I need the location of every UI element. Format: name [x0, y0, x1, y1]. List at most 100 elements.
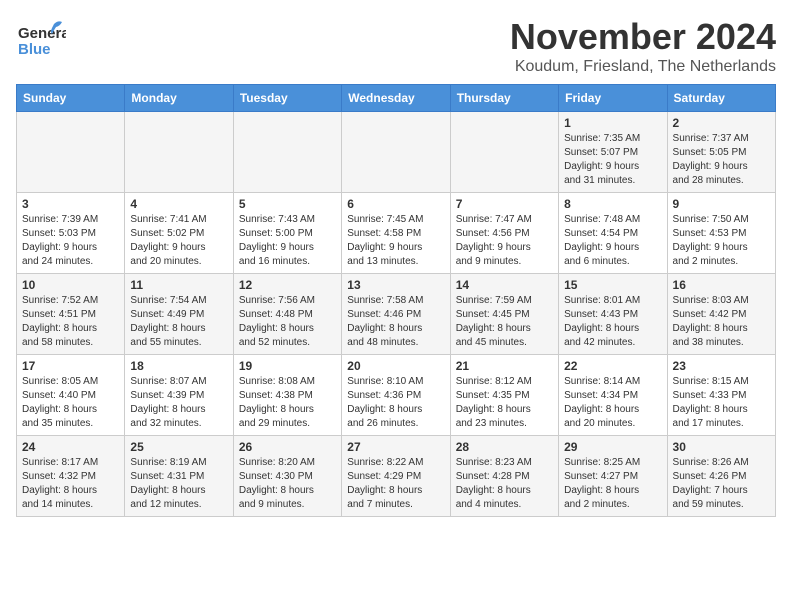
day-cell: 8 Sunrise: 7:48 AM Sunset: 4:54 PM Daylig…	[559, 193, 667, 274]
day-number: 23	[673, 359, 770, 373]
day-info: Sunrise: 8:07 AM Sunset: 4:39 PM Dayligh…	[130, 375, 227, 431]
day-info: Sunrise: 8:25 AM Sunset: 4:27 PM Dayligh…	[564, 456, 661, 512]
day-number: 5	[239, 197, 336, 211]
day-info: Sunrise: 8:03 AM Sunset: 4:42 PM Dayligh…	[673, 294, 770, 350]
day-number: 4	[130, 197, 227, 211]
day-info: Sunrise: 7:52 AM Sunset: 4:51 PM Dayligh…	[22, 294, 119, 350]
day-number: 29	[564, 440, 661, 454]
day-number: 17	[22, 359, 119, 373]
day-cell: 3 Sunrise: 7:39 AM Sunset: 5:03 PM Daylig…	[17, 193, 125, 274]
calendar-table: SundayMondayTuesdayWednesdayThursdayFrid…	[16, 84, 776, 517]
day-cell: 5 Sunrise: 7:43 AM Sunset: 5:00 PM Daylig…	[233, 193, 341, 274]
week-row-2: 3 Sunrise: 7:39 AM Sunset: 5:03 PM Daylig…	[17, 193, 776, 274]
day-cell: 24 Sunrise: 8:17 AM Sunset: 4:32 PM Dayli…	[17, 436, 125, 517]
day-number: 21	[456, 359, 553, 373]
week-row-1: 1Sunrise: 7:35 AM Sunset: 5:07 PM Daylig…	[17, 112, 776, 193]
day-info: Sunrise: 7:48 AM Sunset: 4:54 PM Dayligh…	[564, 213, 661, 269]
day-cell: 27Sunrise: 8:22 AM Sunset: 4:29 PM Dayli…	[342, 436, 450, 517]
day-info: Sunrise: 7:43 AM Sunset: 5:00 PM Dayligh…	[239, 213, 336, 269]
day-cell: 15 Sunrise: 8:01 AM Sunset: 4:43 PM Dayli…	[559, 274, 667, 355]
day-number: 28	[456, 440, 553, 454]
day-number: 10	[22, 278, 119, 292]
day-number: 7	[456, 197, 553, 211]
day-number: 11	[130, 278, 227, 292]
day-cell: 21 Sunrise: 8:12 AM Sunset: 4:35 PM Dayli…	[450, 355, 558, 436]
day-cell: 23 Sunrise: 8:15 AM Sunset: 4:33 PM Dayli…	[667, 355, 775, 436]
day-cell	[450, 112, 558, 193]
day-cell: 22 Sunrise: 8:14 AM Sunset: 4:34 PM Dayli…	[559, 355, 667, 436]
day-number: 6	[347, 197, 444, 211]
location: Koudum, Friesland, The Netherlands	[510, 58, 776, 76]
weekday-header-monday: Monday	[125, 85, 233, 112]
day-info: Sunrise: 8:23 AM Sunset: 4:28 PM Dayligh…	[456, 456, 553, 512]
day-cell: 29 Sunrise: 8:25 AM Sunset: 4:27 PM Dayli…	[559, 436, 667, 517]
day-cell: 12 Sunrise: 7:56 AM Sunset: 4:48 PM Dayli…	[233, 274, 341, 355]
day-info: Sunrise: 7:45 AM Sunset: 4:58 PM Dayligh…	[347, 213, 444, 269]
day-cell	[342, 112, 450, 193]
weekday-header-tuesday: Tuesday	[233, 85, 341, 112]
day-number: 9	[673, 197, 770, 211]
day-number: 18	[130, 359, 227, 373]
day-info: Sunrise: 7:58 AM Sunset: 4:46 PM Dayligh…	[347, 294, 444, 350]
day-info: Sunrise: 7:59 AM Sunset: 4:45 PM Dayligh…	[456, 294, 553, 350]
day-number: 3	[22, 197, 119, 211]
day-info: Sunrise: 8:26 AM Sunset: 4:26 PM Dayligh…	[673, 456, 770, 512]
day-cell: 17 Sunrise: 8:05 AM Sunset: 4:40 PM Dayli…	[17, 355, 125, 436]
day-cell: 10 Sunrise: 7:52 AM Sunset: 4:51 PM Dayli…	[17, 274, 125, 355]
week-row-4: 17 Sunrise: 8:05 AM Sunset: 4:40 PM Dayli…	[17, 355, 776, 436]
day-cell: 6 Sunrise: 7:45 AM Sunset: 4:58 PM Daylig…	[342, 193, 450, 274]
day-info: Sunrise: 7:37 AM Sunset: 5:05 PM Dayligh…	[673, 132, 770, 188]
week-row-5: 24 Sunrise: 8:17 AM Sunset: 4:32 PM Dayli…	[17, 436, 776, 517]
day-cell: 28 Sunrise: 8:23 AM Sunset: 4:28 PM Dayli…	[450, 436, 558, 517]
day-cell: 2 Sunrise: 7:37 AM Sunset: 5:05 PM Daylig…	[667, 112, 775, 193]
day-number: 2	[673, 116, 770, 130]
day-info: Sunrise: 8:14 AM Sunset: 4:34 PM Dayligh…	[564, 375, 661, 431]
title-block: November 2024 Koudum, Friesland, The Net…	[510, 16, 776, 76]
day-info: Sunrise: 7:50 AM Sunset: 4:53 PM Dayligh…	[673, 213, 770, 269]
day-info: Sunrise: 8:12 AM Sunset: 4:35 PM Dayligh…	[456, 375, 553, 431]
day-number: 30	[673, 440, 770, 454]
day-number: 12	[239, 278, 336, 292]
day-cell: 25Sunrise: 8:19 AM Sunset: 4:31 PM Dayli…	[125, 436, 233, 517]
day-cell: 30 Sunrise: 8:26 AM Sunset: 4:26 PM Dayli…	[667, 436, 775, 517]
day-cell	[17, 112, 125, 193]
logo: General Blue	[16, 16, 66, 71]
day-number: 8	[564, 197, 661, 211]
day-info: Sunrise: 8:08 AM Sunset: 4:38 PM Dayligh…	[239, 375, 336, 431]
weekday-header-wednesday: Wednesday	[342, 85, 450, 112]
page-header: General Blue November 2024 Koudum, Fries…	[16, 16, 776, 76]
day-info: Sunrise: 7:41 AM Sunset: 5:02 PM Dayligh…	[130, 213, 227, 269]
day-cell	[233, 112, 341, 193]
day-info: Sunrise: 8:05 AM Sunset: 4:40 PM Dayligh…	[22, 375, 119, 431]
day-cell	[125, 112, 233, 193]
day-info: Sunrise: 8:15 AM Sunset: 4:33 PM Dayligh…	[673, 375, 770, 431]
day-info: Sunrise: 8:17 AM Sunset: 4:32 PM Dayligh…	[22, 456, 119, 512]
day-cell: 18 Sunrise: 8:07 AM Sunset: 4:39 PM Dayli…	[125, 355, 233, 436]
day-number: 22	[564, 359, 661, 373]
day-cell: 1Sunrise: 7:35 AM Sunset: 5:07 PM Daylig…	[559, 112, 667, 193]
day-cell: 20Sunrise: 8:10 AM Sunset: 4:36 PM Dayli…	[342, 355, 450, 436]
day-cell: 7 Sunrise: 7:47 AM Sunset: 4:56 PM Daylig…	[450, 193, 558, 274]
day-info: Sunrise: 7:56 AM Sunset: 4:48 PM Dayligh…	[239, 294, 336, 350]
day-cell: 26Sunrise: 8:20 AM Sunset: 4:30 PM Dayli…	[233, 436, 341, 517]
day-info: Sunrise: 7:47 AM Sunset: 4:56 PM Dayligh…	[456, 213, 553, 269]
day-number: 16	[673, 278, 770, 292]
day-info: Sunrise: 8:22 AM Sunset: 4:29 PM Dayligh…	[347, 456, 444, 512]
day-info: Sunrise: 8:19 AM Sunset: 4:31 PM Dayligh…	[130, 456, 227, 512]
day-info: Sunrise: 8:10 AM Sunset: 4:36 PM Dayligh…	[347, 375, 444, 431]
day-info: Sunrise: 7:39 AM Sunset: 5:03 PM Dayligh…	[22, 213, 119, 269]
day-cell: 4 Sunrise: 7:41 AM Sunset: 5:02 PM Daylig…	[125, 193, 233, 274]
day-cell: 11Sunrise: 7:54 AM Sunset: 4:49 PM Dayli…	[125, 274, 233, 355]
day-info: Sunrise: 8:01 AM Sunset: 4:43 PM Dayligh…	[564, 294, 661, 350]
svg-text:General: General	[18, 25, 66, 42]
weekday-header-friday: Friday	[559, 85, 667, 112]
weekday-header-saturday: Saturday	[667, 85, 775, 112]
week-row-3: 10 Sunrise: 7:52 AM Sunset: 4:51 PM Dayli…	[17, 274, 776, 355]
day-number: 15	[564, 278, 661, 292]
day-cell: 19 Sunrise: 8:08 AM Sunset: 4:38 PM Dayli…	[233, 355, 341, 436]
day-cell: 14Sunrise: 7:59 AM Sunset: 4:45 PM Dayli…	[450, 274, 558, 355]
day-number: 13	[347, 278, 444, 292]
day-number: 19	[239, 359, 336, 373]
day-number: 24	[22, 440, 119, 454]
day-cell: 13 Sunrise: 7:58 AM Sunset: 4:46 PM Dayli…	[342, 274, 450, 355]
